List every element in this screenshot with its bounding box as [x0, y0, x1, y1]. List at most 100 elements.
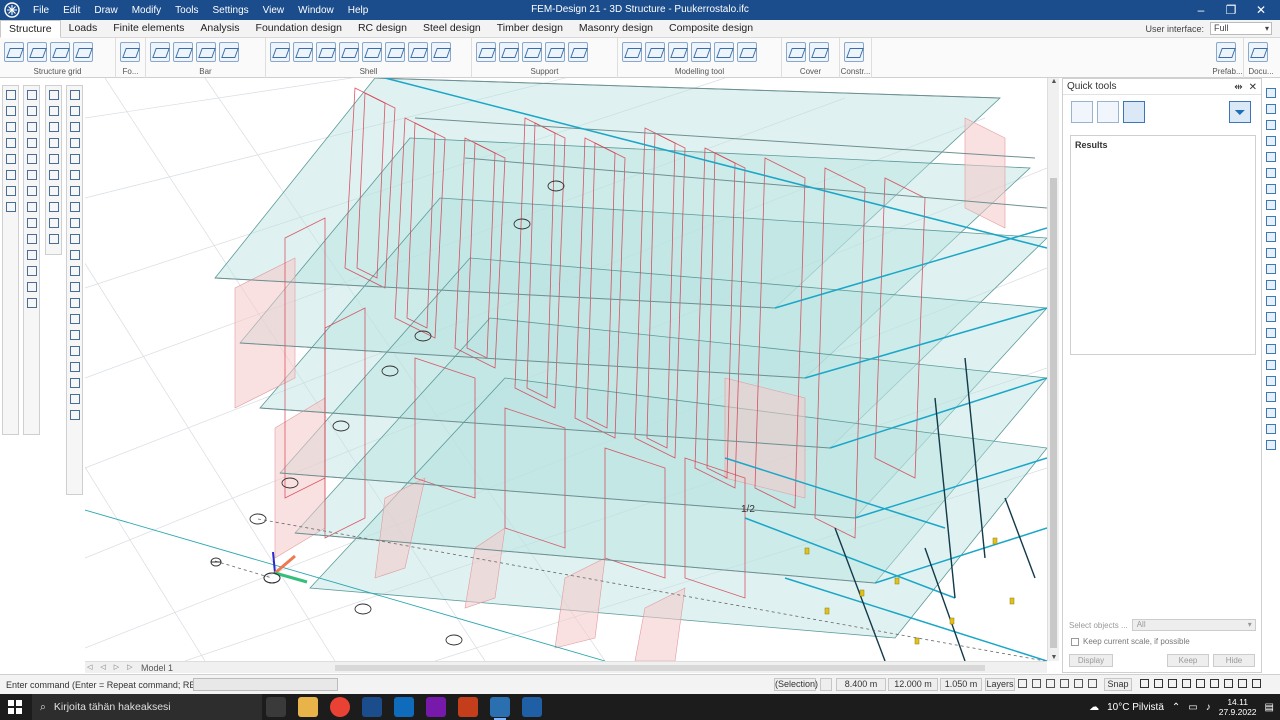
explode-icon[interactable] [67, 358, 82, 374]
tab-loads[interactable]: Loads [61, 20, 106, 38]
hollow-core-icon[interactable] [408, 42, 428, 62]
chrome-icon[interactable] [330, 697, 350, 717]
object-snap-icon[interactable] [1263, 212, 1278, 228]
snap-tangent-icon[interactable] [1238, 679, 1247, 688]
grid-plane-icon[interactable] [73, 42, 93, 62]
tab-steel-design[interactable]: Steel design [415, 20, 489, 38]
tab-composite-design[interactable]: Composite design [661, 20, 761, 38]
break-icon[interactable] [67, 294, 82, 310]
point-icon[interactable] [46, 86, 61, 102]
line-support-icon[interactable] [499, 42, 519, 62]
join-icon[interactable] [67, 326, 82, 342]
cover-icon[interactable] [786, 42, 806, 62]
zoom-icon[interactable] [24, 230, 39, 246]
tab-finite-elements[interactable]: Finite elements [105, 20, 192, 38]
powerpoint-icon[interactable] [458, 697, 478, 717]
snap-option-3-icon[interactable] [1046, 679, 1055, 688]
weather-text[interactable]: 10°C Pilvistä [1107, 702, 1164, 713]
box-icon[interactable] [46, 182, 61, 198]
scrollbar-thumb[interactable] [1050, 178, 1057, 648]
close-icon[interactable]: ✕ [1246, 0, 1276, 20]
mirror-icon[interactable] [67, 150, 82, 166]
select-objects-dropdown[interactable]: All [1131, 619, 1256, 631]
snap-option-6-icon[interactable] [1088, 679, 1097, 688]
command-input[interactable] [193, 678, 338, 691]
tab-rc-design[interactable]: RC design [350, 20, 415, 38]
network-icon[interactable]: ▭ [1188, 702, 1197, 713]
word-export-icon[interactable] [24, 294, 39, 310]
layers-icon[interactable] [24, 214, 39, 230]
outlook-icon[interactable] [394, 697, 414, 717]
file-explorer-icon[interactable] [298, 697, 318, 717]
surface-support-icon[interactable] [522, 42, 542, 62]
wall-icon[interactable] [293, 42, 313, 62]
snap-center-icon[interactable] [1196, 679, 1205, 688]
text-style-icon[interactable] [1263, 244, 1278, 260]
view-left-icon[interactable] [1263, 164, 1278, 180]
hide-button[interactable]: Hide [1213, 654, 1255, 667]
menu-help[interactable]: Help [341, 5, 376, 16]
dimension-icon[interactable] [24, 166, 39, 182]
prefab-icon[interactable] [1216, 42, 1236, 62]
maximize-icon[interactable]: ❐ [1216, 0, 1246, 20]
viewport-vertical-scrollbar[interactable]: ▲ ▼ [1047, 78, 1059, 661]
filter-icon[interactable] [24, 134, 39, 150]
clt-panel-icon[interactable] [362, 42, 382, 62]
user-interface-select[interactable]: Full [1210, 22, 1272, 35]
windows-start-icon[interactable] [8, 700, 22, 714]
group-icon[interactable] [67, 374, 82, 390]
zoom-window-icon[interactable] [1263, 116, 1278, 132]
grid-icon[interactable] [4, 42, 24, 62]
view-top-icon[interactable] [1263, 84, 1278, 100]
snap-option-5-icon[interactable] [1074, 679, 1083, 688]
diaphragm-icon[interactable] [737, 42, 757, 62]
rectangle-icon[interactable] [46, 118, 61, 134]
snap-option-4-icon[interactable] [1060, 679, 1069, 688]
snap-button[interactable]: Snap [1104, 678, 1132, 691]
copy-icon[interactable] [3, 182, 18, 198]
stiffness-icon[interactable] [568, 42, 588, 62]
menu-draw[interactable]: Draw [87, 5, 124, 16]
menu-settings[interactable]: Settings [206, 5, 256, 16]
extend-icon[interactable] [67, 278, 82, 294]
move-icon[interactable] [67, 102, 82, 118]
foundation-icon[interactable] [120, 42, 140, 62]
display-monitor-icon[interactable] [1097, 101, 1119, 123]
fictitious-bar-icon[interactable] [691, 42, 711, 62]
tab-structure[interactable]: Structure [0, 20, 61, 38]
storey-icon[interactable] [27, 42, 47, 62]
open-file-icon[interactable] [3, 102, 18, 118]
view-front-icon[interactable] [1263, 148, 1278, 164]
next-view-icon[interactable] [1263, 324, 1278, 340]
documentation-icon[interactable] [1248, 42, 1268, 62]
onenote-icon[interactable] [426, 697, 446, 717]
menu-window[interactable]: Window [291, 5, 341, 16]
keep-button[interactable]: Keep [1167, 654, 1209, 667]
split-icon[interactable] [67, 310, 82, 326]
lock-icon[interactable] [24, 262, 39, 278]
duplicate-view-icon[interactable] [1263, 356, 1278, 372]
snap-intersection-icon[interactable] [1182, 679, 1191, 688]
scroll-up-icon[interactable]: ▲ [1048, 78, 1060, 85]
results-chart-icon[interactable] [1123, 101, 1145, 123]
arrow-up-icon[interactable] [1263, 276, 1278, 292]
layers-button[interactable]: Layers [985, 678, 1015, 691]
funnel-filter-icon[interactable]: ⏷ [1229, 101, 1251, 123]
array-icon[interactable] [67, 182, 82, 198]
snap-option-2-icon[interactable] [1032, 679, 1041, 688]
text-icon[interactable] [24, 150, 39, 166]
fem-design-app-icon[interactable] [362, 697, 382, 717]
clock[interactable]: 14.11 27.9.2022 [1219, 697, 1257, 717]
viewport-horizontal-scrollbar[interactable]: ◁ ◁ ▷ ▷ Model 1 [85, 661, 1047, 673]
layers-stack-icon[interactable] [1071, 101, 1093, 123]
rigid-link-icon[interactable] [668, 42, 688, 62]
beam-icon[interactable] [150, 42, 170, 62]
check-icon[interactable] [24, 182, 39, 198]
structure-3d-view[interactable]: 1/2 [85, 78, 1047, 661]
copy-view-icon[interactable] [1263, 340, 1278, 356]
view-iso-icon[interactable] [1263, 196, 1278, 212]
fem-design-viewer-icon[interactable] [522, 697, 542, 717]
column-icon[interactable] [173, 42, 193, 62]
storey-view-icon[interactable] [1263, 388, 1278, 404]
selection-indicator[interactable]: (Selection) [774, 678, 818, 691]
